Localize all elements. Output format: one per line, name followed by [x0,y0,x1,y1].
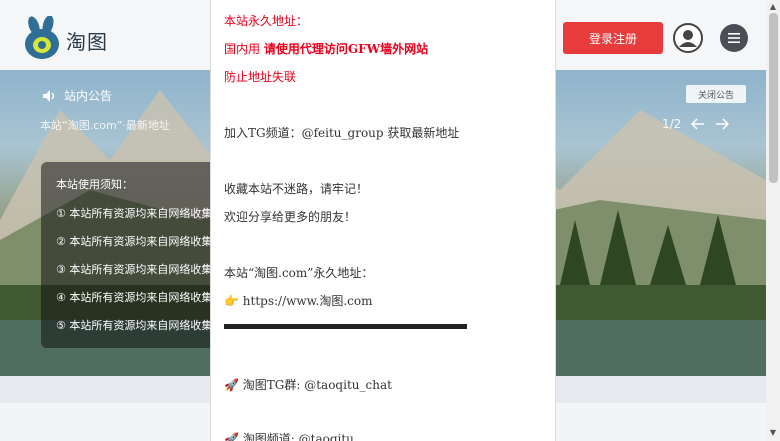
announcement-popup: 本站永久地址： 国内用 请使用代理访问GFW墙外网站 防止地址失联 加入TG频道… [210,0,556,441]
rules-item: ④ 本站所有资源均来自网络收集整理，仅供学习交流之用 [56,291,221,304]
rules-item: ② 本站所有资源均来自网络收集整理，仅供学习交流之用 [56,235,221,248]
rocket-icon: 🚀 [224,432,239,441]
rabbit-logo-icon[interactable] [22,16,62,60]
user-avatar-icon[interactable] [673,23,703,53]
popup-red-line-2: 国内用 请使用代理访问GFW墙外网站 [224,40,428,57]
popup-chat-link[interactable]: 淘图TG群: @taoqitu_chat [243,378,392,392]
popup-chat-line: 🚀 淘图TG群: @taoqitu_chat [224,376,392,393]
speaker-icon [43,89,55,102]
scroll-thumb[interactable] [769,13,778,183]
popup-url-link[interactable]: https://www.淘图.com [243,294,373,308]
rules-panel: 本站使用须知： ① 本站所有资源均来自网络收集整理，仅供学习交流之用 ② 本站所… [41,162,221,348]
notice-subtitle: 本站“淘图.com”·最新地址 [40,119,170,132]
pager-count: 1/2 [662,117,682,131]
close-notice-button[interactable]: 关闭公告 [686,85,746,103]
popup-domain-line: 本站“淘图.com”永久地址： [224,266,374,280]
rocket-icon: 🚀 [224,378,239,392]
rules-item: ① 本站所有资源均来自网络收集整理，仅供学习交流之用 [56,207,221,220]
popup-red-line-3: 防止地址失联 [224,70,297,84]
scroll-up-arrow-icon[interactable]: ▲ [766,2,780,12]
login-register-button[interactable]: 登录注册 [563,22,663,54]
arrow-right-icon[interactable] [715,118,730,130]
popup-channel-link[interactable]: 淘图频道: @taoqitu [243,432,354,441]
notice-title: 站内公告 [42,87,112,104]
menu-icon[interactable] [720,24,748,52]
rules-item: ⑤ 本站所有资源均来自网络收集整理，仅供学习交流之用 [56,319,221,332]
site-name[interactable]: 淘图 [66,26,108,55]
rules-heading: 本站使用须知： [56,178,133,191]
rules-item: ③ 本站所有资源均来自网络收集整理，仅供学习交流之用 [56,263,221,276]
popup-red-line-2-bold: 请使用代理访问GFW墙外网站 [263,42,429,56]
notice-pager: 1/2 [662,117,730,131]
notice-title-text: 站内公告 [64,89,113,103]
popup-channel-line: 🚀 淘图频道: @taoqitu [224,430,354,441]
scroll-down-arrow-icon[interactable]: ▼ [766,428,780,438]
popup-line-a: 收藏本站不迷路，请牢记！ [224,182,369,196]
popup-red-line-1: 本站永久地址： [224,14,309,28]
arrow-left-icon[interactable] [691,118,705,130]
popup-tg-line: 加入TG频道：@feitu_group 获取最新地址 [224,126,460,140]
popup-red-line-2-prefix: 国内用 [224,42,264,56]
popup-divider [224,324,467,329]
pointing-hand-icon: 👉 [224,294,239,308]
popup-url-line: 👉 https://www.淘图.com [224,292,372,309]
page-scrollbar[interactable]: ▲ ▼ [766,0,780,441]
popup-line-b: 欢迎分享给更多的朋友！ [224,210,357,224]
